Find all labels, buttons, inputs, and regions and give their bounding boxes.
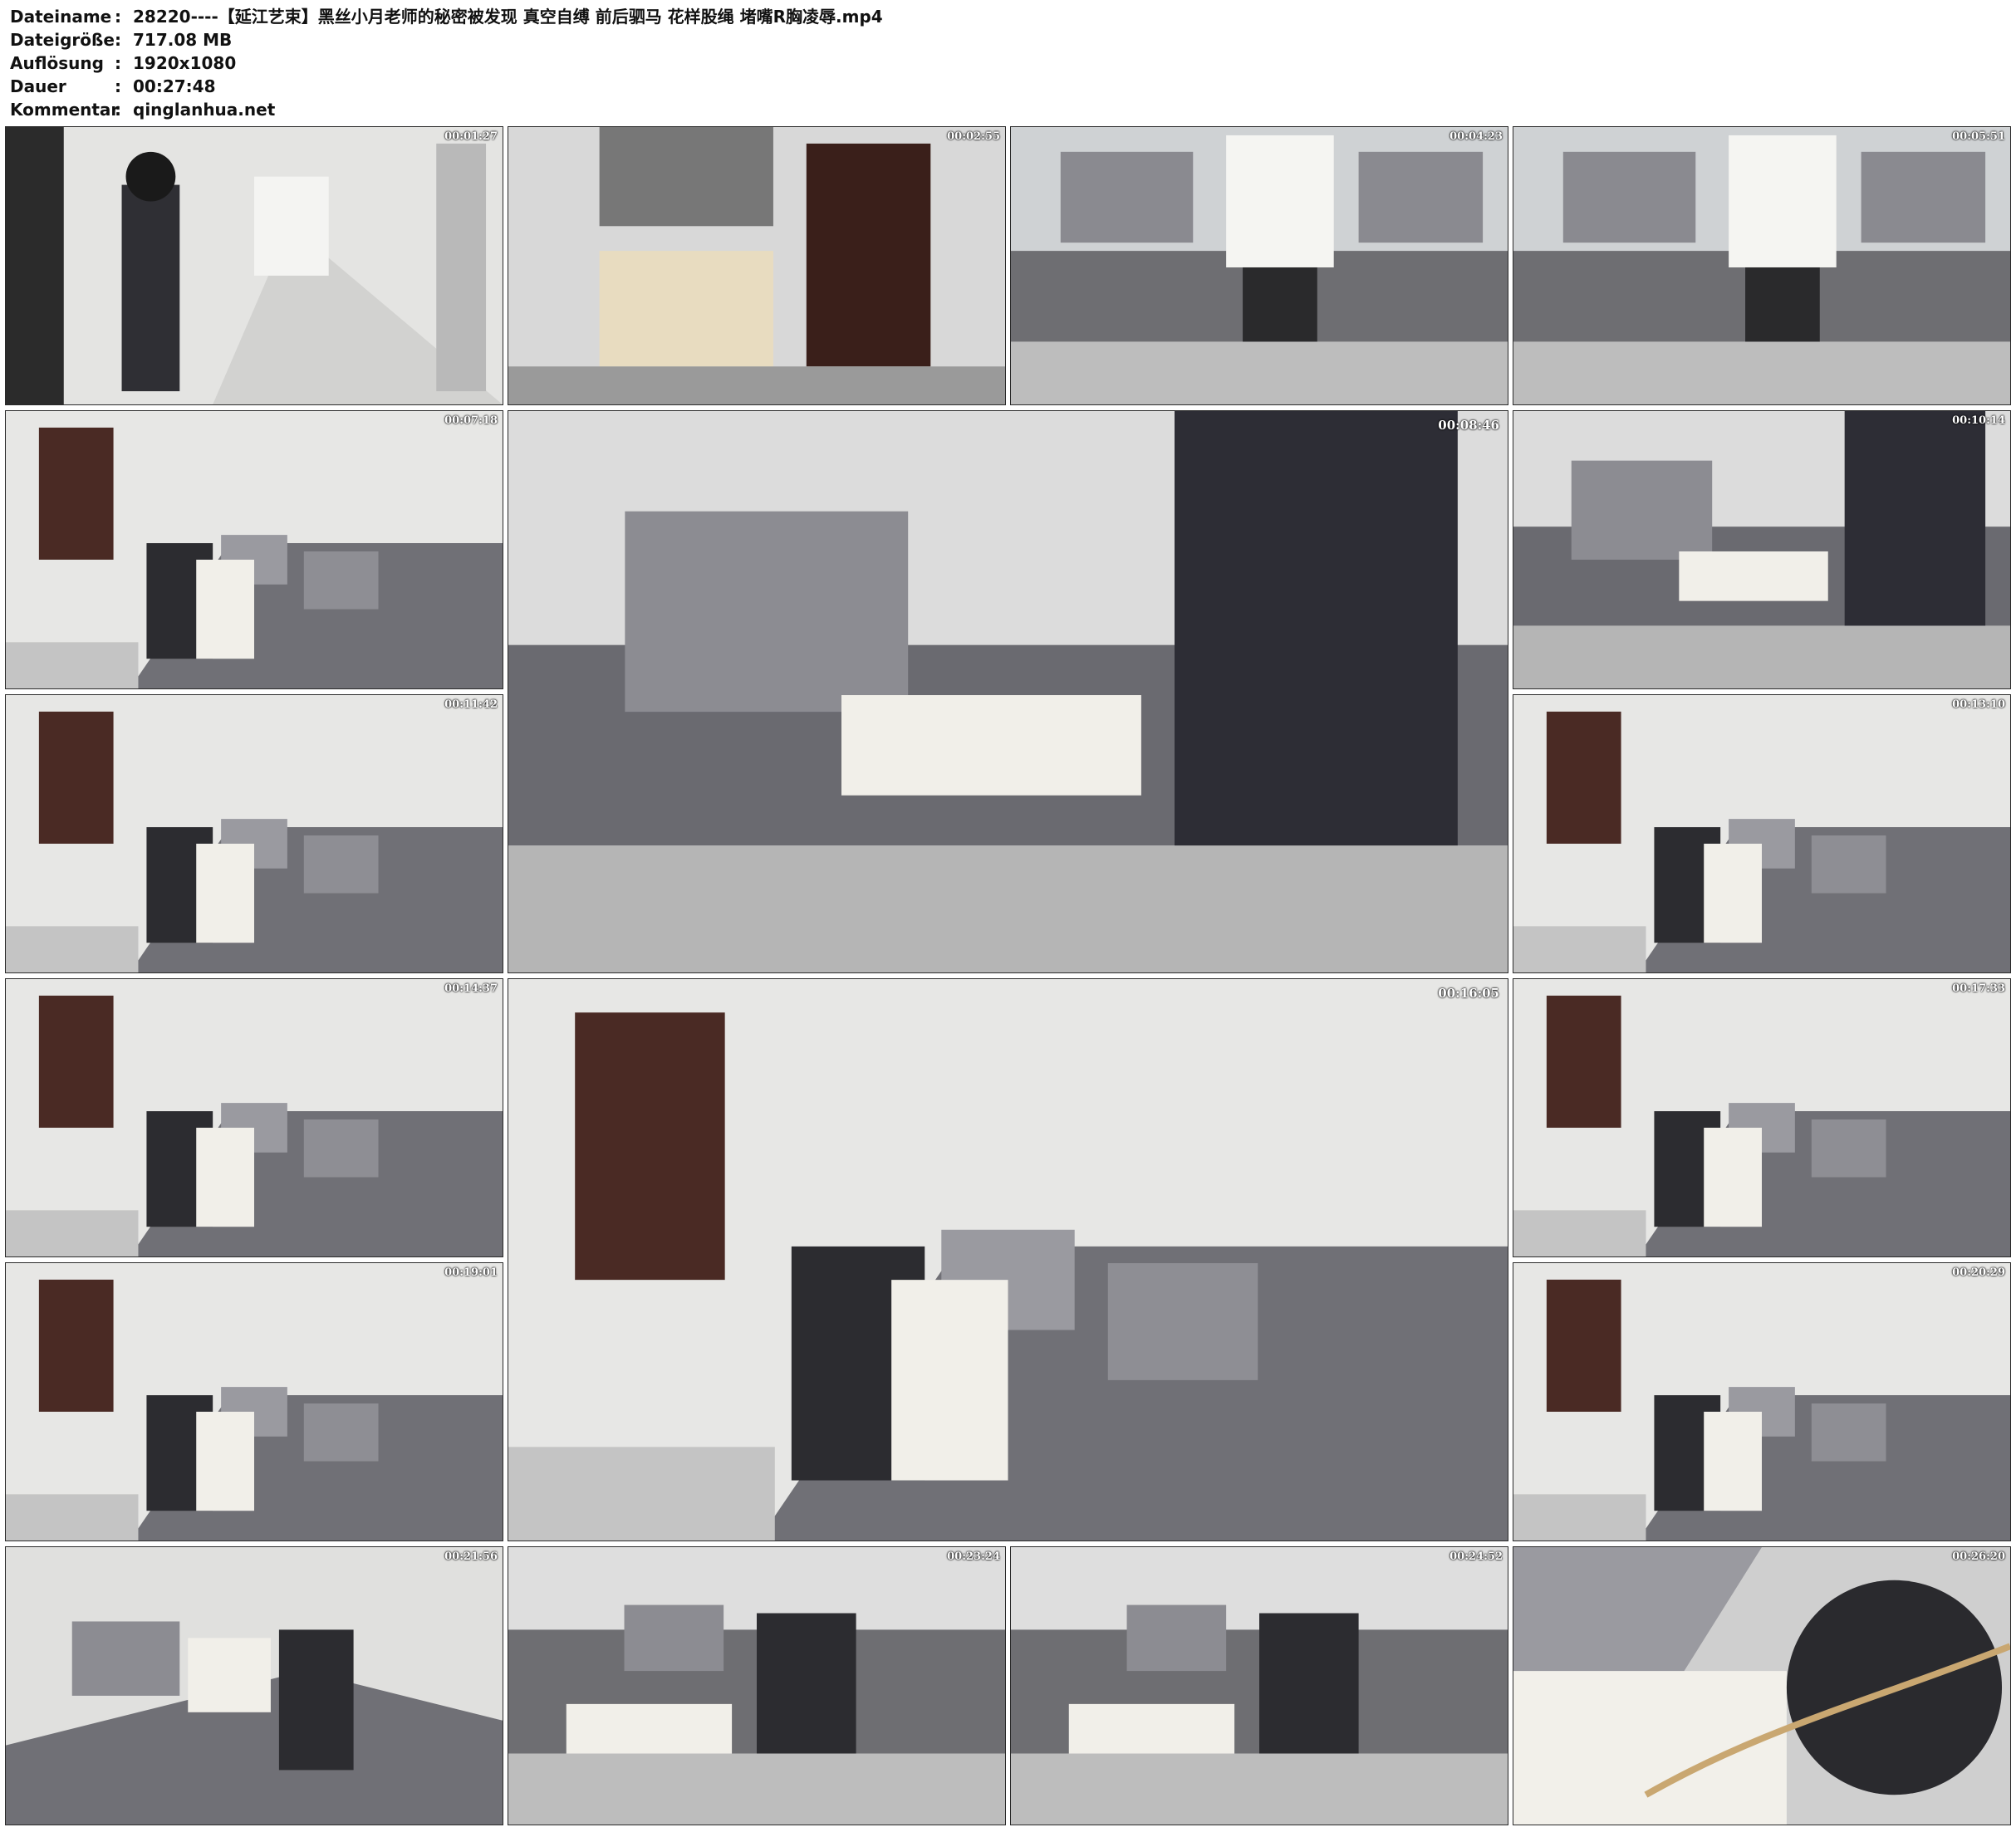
thumbnail-timestamp: 00:20:29 (1952, 1266, 2005, 1279)
thumbnail-frame (6, 1263, 503, 1541)
thumbnail-timestamp: 00:07:18 (444, 414, 498, 427)
thumbnail-frame (1513, 127, 2010, 404)
thumbnail-frame (6, 411, 503, 688)
thumbnail-timestamp: 00:16:05 (1438, 986, 1499, 1001)
thumbnail-frame (1513, 411, 2010, 688)
video-thumbnail: 00:26:20 (1513, 1546, 2011, 1825)
video-thumbnail: 00:16:05 (508, 978, 1508, 1541)
video-thumbnail: 00:20:29 (1513, 1262, 2011, 1541)
thumbnail-frame (6, 1547, 503, 1825)
thumbnail-frame (508, 1547, 1005, 1825)
thumbnail-timestamp: 00:21:56 (444, 1550, 498, 1563)
thumbnail-frame (1513, 979, 2010, 1256)
video-thumbnail: 00:01:27 (5, 126, 503, 405)
thumbnail-timestamp: 00:23:24 (947, 1550, 1000, 1563)
thumbnail-timestamp: 00:05:51 (1952, 130, 2005, 143)
thumbnail-timestamp: 00:19:01 (444, 1266, 498, 1279)
thumbnail-timestamp: 00:14:37 (444, 982, 498, 995)
video-thumbnail: 00:05:51 (1513, 126, 2011, 405)
thumbnail-timestamp: 00:08:46 (1438, 418, 1499, 433)
thumbnail-grid: 00:01:27 00:02:55 00:04:23 00:05:51 00:0… (0, 0, 2016, 1832)
video-thumbnail: 00:24:52 (1010, 1546, 1508, 1825)
video-thumbnail: 00:13:10 (1513, 694, 2011, 973)
thumbnail-frame (6, 695, 503, 972)
video-thumbnail: 00:19:01 (5, 1262, 503, 1541)
thumbnail-timestamp: 00:10:14 (1952, 414, 2005, 427)
video-thumbnail: 00:02:55 (508, 126, 1006, 405)
video-thumbnail: 00:07:18 (5, 410, 503, 689)
thumbnail-frame (1513, 1263, 2010, 1541)
thumbnail-frame (6, 127, 503, 404)
thumbnail-frame (6, 979, 503, 1256)
thumbnail-frame (1513, 695, 2010, 972)
video-thumbnail: 00:11:42 (5, 694, 503, 973)
thumbnail-timestamp: 00:26:20 (1952, 1550, 2005, 1563)
thumbnail-frame (1513, 1547, 2010, 1825)
thumbnail-frame (508, 127, 1005, 404)
thumbnail-frame (508, 979, 1508, 1541)
video-thumbnail: 00:23:24 (508, 1546, 1006, 1825)
video-thumbnail: 00:10:14 (1513, 410, 2011, 689)
video-thumbnail: 00:21:56 (5, 1546, 503, 1825)
thumbnail-frame (1011, 1547, 1508, 1825)
video-thumbnail: 00:08:46 (508, 410, 1508, 973)
thumbnail-timestamp: 00:17:33 (1952, 982, 2005, 995)
video-thumbnail: 00:17:33 (1513, 978, 2011, 1257)
video-thumbnail: 00:04:23 (1010, 126, 1508, 405)
thumbnail-timestamp: 00:01:27 (444, 130, 498, 143)
thumbnail-frame (1011, 127, 1508, 404)
thumbnail-frame (508, 411, 1508, 972)
thumbnail-timestamp: 00:04:23 (1449, 130, 1503, 143)
thumbnail-timestamp: 00:13:10 (1952, 698, 2005, 711)
video-thumbnail: 00:14:37 (5, 978, 503, 1257)
thumbnail-timestamp: 00:02:55 (947, 130, 1000, 143)
thumbnail-timestamp: 00:24:52 (1449, 1550, 1503, 1563)
thumbnail-timestamp: 00:11:42 (444, 698, 498, 711)
